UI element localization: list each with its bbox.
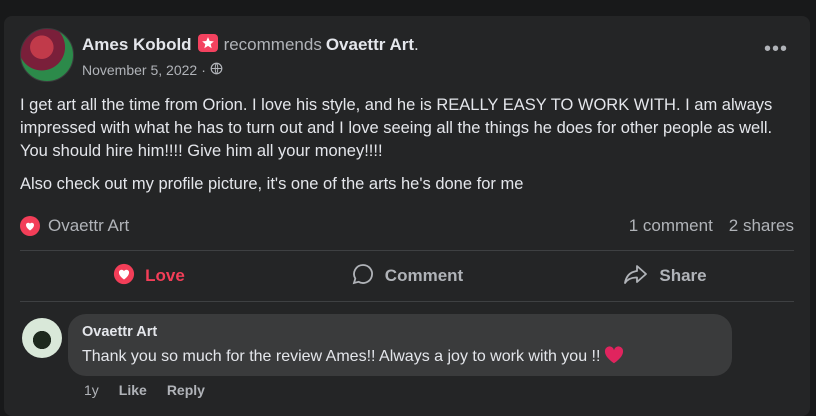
- share-button[interactable]: Share: [536, 256, 794, 296]
- comment-actions: 1y Like Reply: [84, 382, 205, 398]
- comments-count[interactable]: 1 comment: [629, 216, 713, 236]
- post-meta: November 5, 2022 ·: [82, 62, 223, 78]
- comment-text-line: Thank you so much for the review Ames!! …: [82, 346, 624, 366]
- recommends-label: recommends: [223, 35, 322, 54]
- author-avatar[interactable]: [20, 28, 74, 82]
- comment-like-button[interactable]: Like: [119, 382, 147, 398]
- divider: [20, 250, 794, 251]
- comment-reply-button[interactable]: Reply: [167, 382, 205, 398]
- share-label: Share: [659, 266, 707, 285]
- post-body: I get art all the time from Orion. I lov…: [20, 94, 800, 206]
- post-paragraph-1: I get art all the time from Orion. I lov…: [20, 96, 773, 160]
- comment-text: Thank you so much for the review Ames!! …: [82, 348, 601, 365]
- recommended-page-link[interactable]: Ovaettr Art: [326, 35, 414, 54]
- more-options-icon[interactable]: •••: [764, 39, 788, 59]
- commenter-avatar[interactable]: [22, 318, 62, 358]
- love-button[interactable]: Love: [20, 256, 278, 296]
- comment-time[interactable]: 1y: [84, 382, 99, 398]
- comment-bubble: Ovaettr Art Thank you so much for the re…: [68, 314, 732, 376]
- love-label: Love: [145, 266, 185, 285]
- comment-bubble-icon: [351, 262, 375, 291]
- comment-label: Comment: [384, 266, 464, 285]
- share-arrow-icon: [623, 262, 649, 291]
- comment-button[interactable]: Comment: [278, 256, 536, 296]
- reaction-name[interactable]: Ovaettr Art: [48, 216, 129, 236]
- red-heart-icon: [605, 346, 624, 364]
- heart-reaction-icon[interactable]: [20, 216, 40, 236]
- reactions-row: Ovaettr Art 1 comment 2 shares: [20, 214, 794, 238]
- post-card: Ames Kobold recommends Ovaettr Art. Novemb…: [4, 16, 810, 416]
- shares-count[interactable]: 2 shares: [729, 216, 794, 236]
- star-badge-icon: [197, 34, 218, 52]
- comment-author[interactable]: Ovaettr Art: [82, 324, 157, 340]
- action-bar: Love Comment Share: [20, 256, 794, 296]
- heart-icon: [113, 263, 135, 290]
- author-name[interactable]: Ames Kobold: [82, 35, 192, 54]
- date-separator: ·: [201, 62, 206, 78]
- post-date[interactable]: November 5, 2022: [82, 62, 197, 78]
- globe-icon: [210, 62, 223, 78]
- post-header: Ames Kobold recommends Ovaettr Art.: [82, 34, 419, 55]
- post-paragraph-2: Also check out my profile picture, it's …: [20, 175, 524, 193]
- divider: [20, 301, 794, 302]
- header-period: .: [414, 35, 419, 54]
